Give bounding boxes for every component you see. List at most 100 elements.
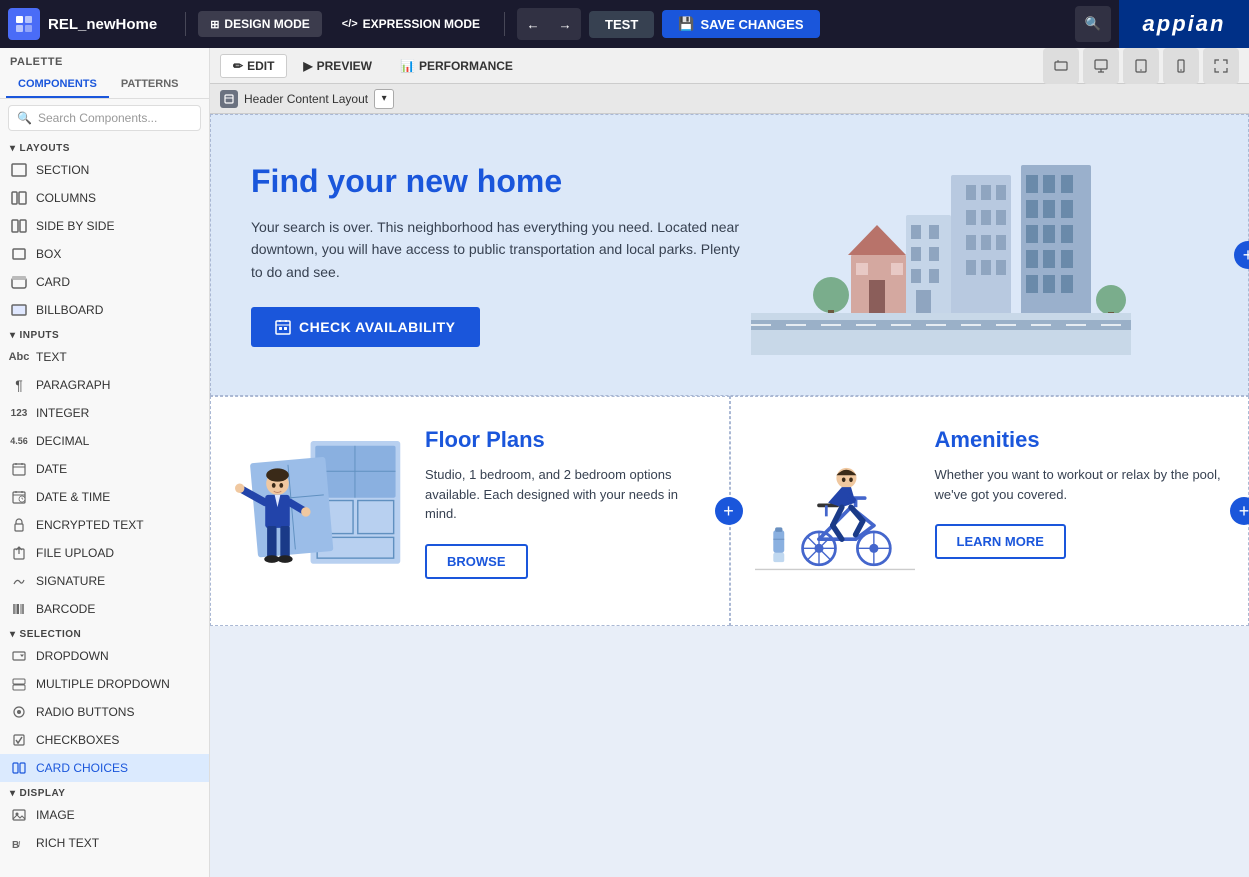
hero-title: Find your new home — [251, 163, 751, 200]
check-availability-btn[interactable]: CHECK AVAILABILITY — [251, 307, 480, 347]
breadcrumb-icon — [220, 90, 238, 108]
chevron-down-icon-inputs: ▾ — [10, 330, 16, 341]
design-mode-btn[interactable]: ⊞ DESIGN MODE — [198, 11, 322, 37]
edit-bar: ✏ EDIT ▶ PREVIEW 📊 PERFORMANCE — [210, 48, 1249, 84]
palette-item-text[interactable]: Abc TEXT — [0, 343, 209, 371]
integer-icon: 123 — [10, 404, 28, 422]
search-btn[interactable]: 🔍 — [1075, 6, 1111, 42]
chevron-down-icon-selection: ▾ — [10, 629, 16, 640]
palette-item-billboard[interactable]: BILLBOARD — [0, 296, 209, 324]
search-icon: 🔍 — [17, 111, 32, 125]
tab-preview[interactable]: ▶ PREVIEW — [291, 55, 384, 77]
expression-mode-btn[interactable]: </> EXPRESSION MODE — [330, 11, 492, 37]
palette-item-dropdown[interactable]: DROPDOWN — [0, 642, 209, 670]
palette-item-paragraph[interactable]: ¶ PARAGRAPH — [0, 371, 209, 399]
cards-section: Floor Plans Studio, 1 bedroom, and 2 bed… — [210, 396, 1249, 626]
redo-btn[interactable]: → — [549, 8, 581, 40]
hero-content: Find your new home Your search is over. … — [251, 163, 751, 347]
text-icon: Abc — [10, 348, 28, 366]
sidebyside-icon — [10, 217, 28, 235]
amenities-title: Amenities — [935, 427, 1225, 453]
add-section-right-btn[interactable]: + — [1234, 241, 1249, 269]
save-changes-btn[interactable]: 💾 SAVE CHANGES — [662, 10, 819, 38]
section-inputs: ▾ INPUTS — [0, 324, 209, 343]
palette-item-radio[interactable]: RADIO BUTTONS — [0, 698, 209, 726]
palette-item-fileupload[interactable]: FILE UPLOAD — [0, 539, 209, 567]
palette-item-decimal[interactable]: 4.56 DECIMAL — [0, 427, 209, 455]
palette-item-signature[interactable]: SIGNATURE — [0, 567, 209, 595]
palette-item-card[interactable]: CARD — [0, 268, 209, 296]
edit-icon: ✏ — [233, 59, 243, 73]
fileupload-icon — [10, 544, 28, 562]
preview-icon: ▶ — [303, 59, 312, 73]
calendar-icon — [275, 319, 291, 335]
add-after-amenities-btn[interactable]: + — [1230, 497, 1249, 525]
tab-components[interactable]: COMPONENTS — [6, 72, 109, 98]
app-logo: REL_newHome — [8, 8, 157, 40]
tab-edit[interactable]: ✏ EDIT — [220, 54, 287, 78]
checkbox-icon — [10, 731, 28, 749]
undo-btn[interactable]: ← — [517, 8, 549, 40]
box-icon — [10, 245, 28, 263]
palette-item-section[interactable]: SECTION — [0, 156, 209, 184]
desktop-icon-btn[interactable] — [1083, 48, 1119, 84]
browse-btn[interactable]: BROWSE — [425, 544, 528, 579]
browse-label: BROWSE — [447, 554, 506, 569]
palette-item-date[interactable]: DATE — [0, 455, 209, 483]
amenities-illustration — [755, 427, 915, 592]
barcode-icon — [10, 600, 28, 618]
mobile-icon-btn[interactable] — [1163, 48, 1199, 84]
tablet-icon-btn[interactable] — [1123, 48, 1159, 84]
learn-more-label: LEARN MORE — [957, 534, 1044, 549]
svg-text:I: I — [18, 840, 21, 849]
palette-item-integer[interactable]: 123 INTEGER — [0, 399, 209, 427]
floor-plans-text: Floor Plans Studio, 1 bedroom, and 2 bed… — [425, 427, 705, 595]
palette-item-box[interactable]: BOX — [0, 240, 209, 268]
logo-icon — [8, 8, 40, 40]
decimal-icon: 4.56 — [10, 432, 28, 450]
billboard-icon — [10, 301, 28, 319]
encrypted-icon — [10, 516, 28, 534]
expression-icon: </> — [342, 18, 358, 30]
palette-item-sidebyside[interactable]: SIDE BY SIDE — [0, 212, 209, 240]
card-icon — [10, 273, 28, 291]
floor-plans-card: Floor Plans Studio, 1 bedroom, and 2 bed… — [210, 396, 730, 626]
palette-item-cardchoices[interactable]: CARD CHOICES — [0, 754, 209, 782]
search-components-box[interactable]: 🔍 Search Components... — [8, 105, 201, 131]
learn-more-btn[interactable]: LEARN MORE — [935, 524, 1066, 559]
palette-item-encrypted[interactable]: ENCRYPTED TEXT — [0, 511, 209, 539]
floor-plans-desc: Studio, 1 bedroom, and 2 bedroom options… — [425, 465, 705, 524]
palette-item-columns[interactable]: COLUMNS — [0, 184, 209, 212]
test-btn[interactable]: TEST — [589, 11, 654, 38]
main-layout: PALETTE COMPONENTS PATTERNS 🔍 Search Com… — [0, 48, 1249, 877]
paragraph-icon: ¶ — [10, 376, 28, 394]
section-display: ▾ DISPLAY — [0, 782, 209, 801]
palette-item-multidropdown[interactable]: MULTIPLE DROPDOWN — [0, 670, 209, 698]
dropdown-icon — [10, 647, 28, 665]
add-between-cards-btn[interactable]: + — [715, 497, 743, 525]
palette-item-richtext[interactable]: BI RICH TEXT — [0, 829, 209, 857]
chevron-down-icon: ▾ — [10, 143, 16, 154]
palette-list: ▾ LAYOUTS SECTION COLUMNS SIDE BY SIDE — [0, 137, 209, 877]
amenities-text: Amenities Whether you want to workout or… — [935, 427, 1225, 595]
city-illustration — [751, 155, 1131, 355]
divider-1 — [185, 12, 186, 36]
hero-section: Find your new home Your search is over. … — [210, 114, 1249, 396]
breadcrumb-dropdown[interactable]: ▾ — [374, 89, 394, 109]
palette-item-checkboxes[interactable]: CHECKBOXES — [0, 726, 209, 754]
app-name: REL_newHome — [48, 16, 157, 33]
tab-performance[interactable]: 📊 PERFORMANCE — [388, 55, 525, 77]
palette-item-datetime[interactable]: DATE & TIME — [0, 483, 209, 511]
section-selection: ▾ SELECTION — [0, 623, 209, 642]
richtext-icon: BI — [10, 834, 28, 852]
chevron-down-icon-display: ▾ — [10, 788, 16, 799]
fullscreen-icon-btn[interactable] — [1203, 48, 1239, 84]
floor-plans-title: Floor Plans — [425, 427, 705, 453]
left-panel: PALETTE COMPONENTS PATTERNS 🔍 Search Com… — [0, 48, 210, 877]
palette-item-image[interactable]: IMAGE — [0, 801, 209, 829]
embed-icon-btn[interactable] — [1043, 48, 1079, 84]
tab-patterns[interactable]: PATTERNS — [109, 72, 191, 98]
section-layouts: ▾ LAYOUTS — [0, 137, 209, 156]
palette-item-barcode[interactable]: BARCODE — [0, 595, 209, 623]
date-icon — [10, 460, 28, 478]
